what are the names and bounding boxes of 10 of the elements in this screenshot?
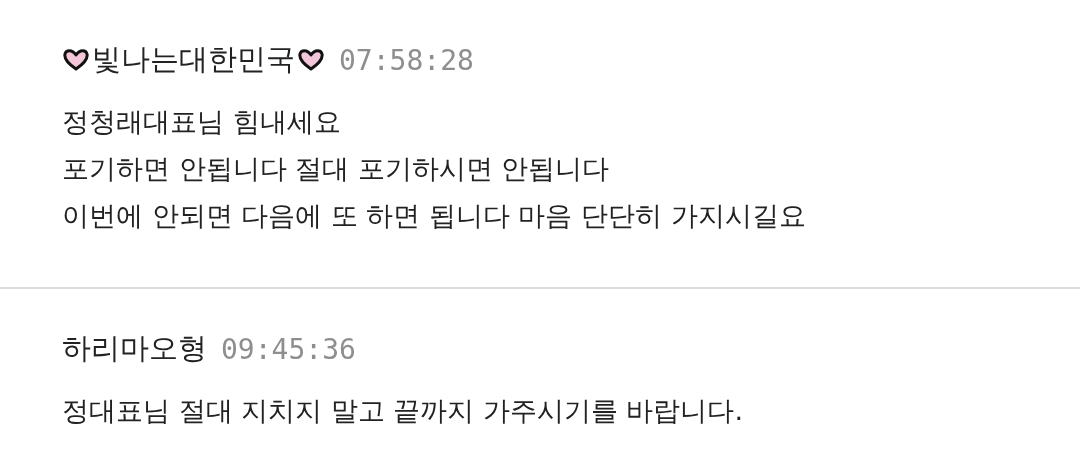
comment-time: 07:58:28 — [339, 43, 474, 77]
comment-text: 정대표님 절대 지치지 말고 끝까지 가주시기를 바랍니다. — [62, 394, 745, 428]
comment-time: 09:45:36 — [221, 332, 356, 366]
author-name: 하리마오형 — [62, 330, 207, 367]
comment-text: 이번에 안되면 다음에 또 하면 됩니다 마음 단단히 가지시길요 — [62, 199, 807, 233]
comment-text: 정청래대표님 힘내세요 — [62, 105, 342, 139]
heart-icon — [297, 48, 325, 72]
comment-text: 포기하면 안됩니다 절대 포기하시면 안됩니다 — [62, 152, 611, 186]
heart-icon — [62, 48, 90, 72]
author-name: 빛나는대한민국 — [92, 41, 295, 78]
